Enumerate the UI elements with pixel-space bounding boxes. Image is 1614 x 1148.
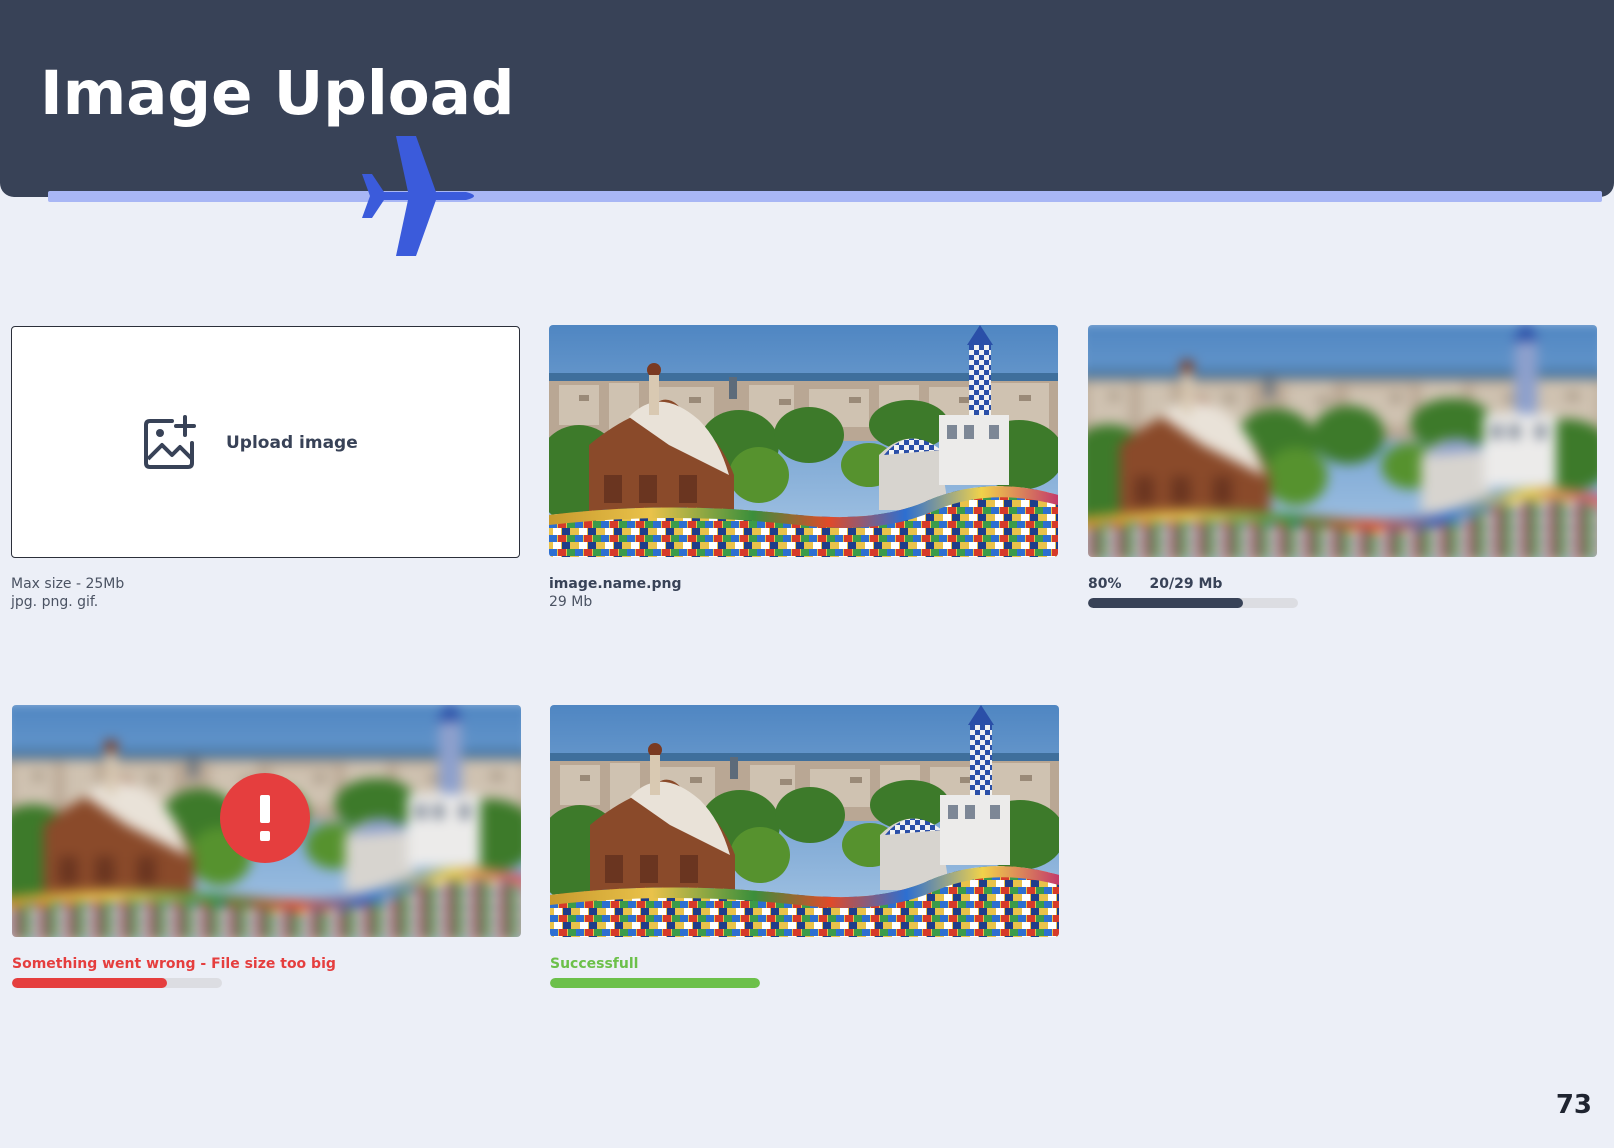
image-preview-selected[interactable] (549, 325, 1058, 557)
upload-dropzone[interactable]: Upload image (11, 326, 520, 558)
error-progress-bar (12, 978, 222, 988)
file-name: image.name.png (549, 576, 682, 592)
image-preview-error (12, 705, 521, 937)
accent-divider (48, 191, 1602, 202)
selected-file-info: image.name.png 29 Mb (549, 575, 682, 611)
success-progress-fill (550, 978, 760, 988)
image-preview-uploading (1088, 325, 1597, 557)
success-message: Successfull (550, 956, 639, 972)
park-guell-photo-blurred (1088, 325, 1597, 557)
error-progress-fill (12, 978, 168, 988)
error-message: Something went wrong - File size too big (12, 956, 336, 972)
upload-image-label: Upload image (226, 433, 358, 453)
max-size-text: Max size - 25Mb (11, 576, 125, 592)
exclamation-icon (260, 795, 270, 841)
page-number: 73 (1555, 1090, 1592, 1120)
airplane-icon (362, 136, 474, 256)
park-guell-photo (549, 325, 1058, 557)
upload-constraints: Max size - 25Mb jpg. png. gif. (11, 575, 124, 611)
park-guell-photo (550, 705, 1059, 937)
upload-progress-info: 80% 20/29 Mb (1088, 575, 1222, 593)
success-progress-bar (550, 978, 760, 988)
page-header: Image Upload (0, 0, 1614, 197)
page-title: Image Upload (40, 58, 515, 129)
file-size: 29 Mb (549, 594, 593, 610)
progress-size: 20/29 Mb (1149, 576, 1223, 592)
progress-percent: 80% (1088, 576, 1122, 592)
image-add-icon (144, 415, 196, 469)
upload-progress-bar (1088, 598, 1298, 608)
formats-text: jpg. png. gif. (11, 594, 99, 610)
image-preview-success[interactable] (550, 705, 1059, 937)
upload-progress-fill (1088, 598, 1244, 608)
error-badge (220, 773, 310, 863)
